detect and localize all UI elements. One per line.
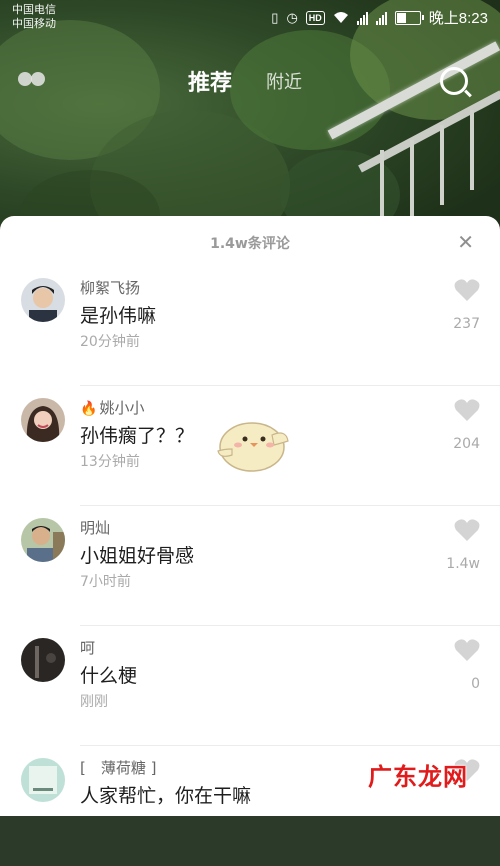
comment-username[interactable]: 姚小小 <box>99 399 144 417</box>
status-icons: ▯ ◷ HD 晚上8:23 <box>271 7 488 28</box>
comment-time: 13分钟前 <box>80 454 140 470</box>
avatar[interactable] <box>21 758 65 802</box>
comment-item: 呵 什么梗 刚刚 0 <box>0 626 500 746</box>
alarm-icon: ◷ <box>286 9 298 25</box>
avatar[interactable] <box>21 278 65 322</box>
carrier-2: 中国移动 <box>12 18 56 30</box>
like-count: 0 <box>471 676 480 692</box>
comment-text: 人家帮忙，你在干嘛 <box>80 785 252 807</box>
avatar[interactable] <box>21 638 65 682</box>
heart-icon[interactable] <box>454 518 480 542</box>
comment-text: 孙伟瘸了？？ <box>80 425 195 447</box>
comments-title: 1.4w条评论 <box>210 236 290 252</box>
comment-time: 刚刚 <box>80 694 108 710</box>
tab-nearby[interactable]: 附近 <box>266 68 302 94</box>
signal-icon <box>356 11 368 25</box>
wifi-icon <box>333 12 348 23</box>
comment-username[interactable]: 柳絮飞扬 <box>80 277 140 298</box>
menu-dots-icon[interactable] <box>18 70 48 88</box>
comment-username[interactable]: 呵 <box>80 637 95 658</box>
comment-username[interactable]: [ 薄荷糖 ] <box>80 757 156 778</box>
carrier-1: 中国电信 <box>12 4 56 16</box>
comment-item: 柳絮飞扬 是孙伟嘛 20分钟前 237 <box>0 266 500 386</box>
fire-icon: 🔥 <box>80 401 98 417</box>
battery-icon <box>394 10 424 25</box>
heart-icon[interactable] <box>454 278 480 302</box>
comment-text: 什么梗 <box>80 665 138 687</box>
comment-time: 20分钟前 <box>80 334 140 350</box>
like-count: 204 <box>453 436 480 452</box>
comment-username[interactable]: 明灿 <box>80 517 110 538</box>
chick-sticker <box>217 422 289 472</box>
top-nav: 推荐 附近 <box>0 55 500 105</box>
close-icon[interactable]: ✕ <box>457 230 474 254</box>
like-count: 237 <box>453 316 480 332</box>
status-bar: 中国电信 中国移动 ▯ ◷ HD 晚上8:23 <box>0 0 500 34</box>
avatar[interactable] <box>21 518 65 562</box>
search-icon[interactable] <box>440 67 468 95</box>
vibrate-icon: ▯ <box>271 9 279 25</box>
comment-text: 是孙伟嘛 <box>80 305 157 327</box>
avatar[interactable] <box>21 398 65 442</box>
tab-recommend[interactable]: 推荐 <box>188 65 232 97</box>
comment-username-row: 🔥 姚小小 <box>80 397 144 418</box>
heart-icon[interactable] <box>454 638 480 662</box>
heart-icon[interactable] <box>454 398 480 422</box>
hd-badge: HD <box>305 10 325 25</box>
comments-panel: 1.4w条评论 ✕ 柳絮飞扬 是孙伟嘛 20分钟前 237 🔥 姚小小 孙伟瘸了？… <box>0 216 500 816</box>
like-count: 1.4w <box>446 556 480 572</box>
carrier-info: 中国电信 中国移动 <box>12 3 56 31</box>
comments-header: 1.4w条评论 ✕ <box>0 216 500 266</box>
comment-item: 明灿 小姐姐好骨感 7小时前 1.4w <box>0 506 500 626</box>
comment-text: 小姐姐好骨感 <box>80 545 195 567</box>
status-time: 晚上8:23 <box>428 10 488 27</box>
signal-icon-2 <box>375 11 387 25</box>
watermark-text: 广东龙网 <box>368 763 468 791</box>
comment-time: 7小时前 <box>80 574 131 590</box>
